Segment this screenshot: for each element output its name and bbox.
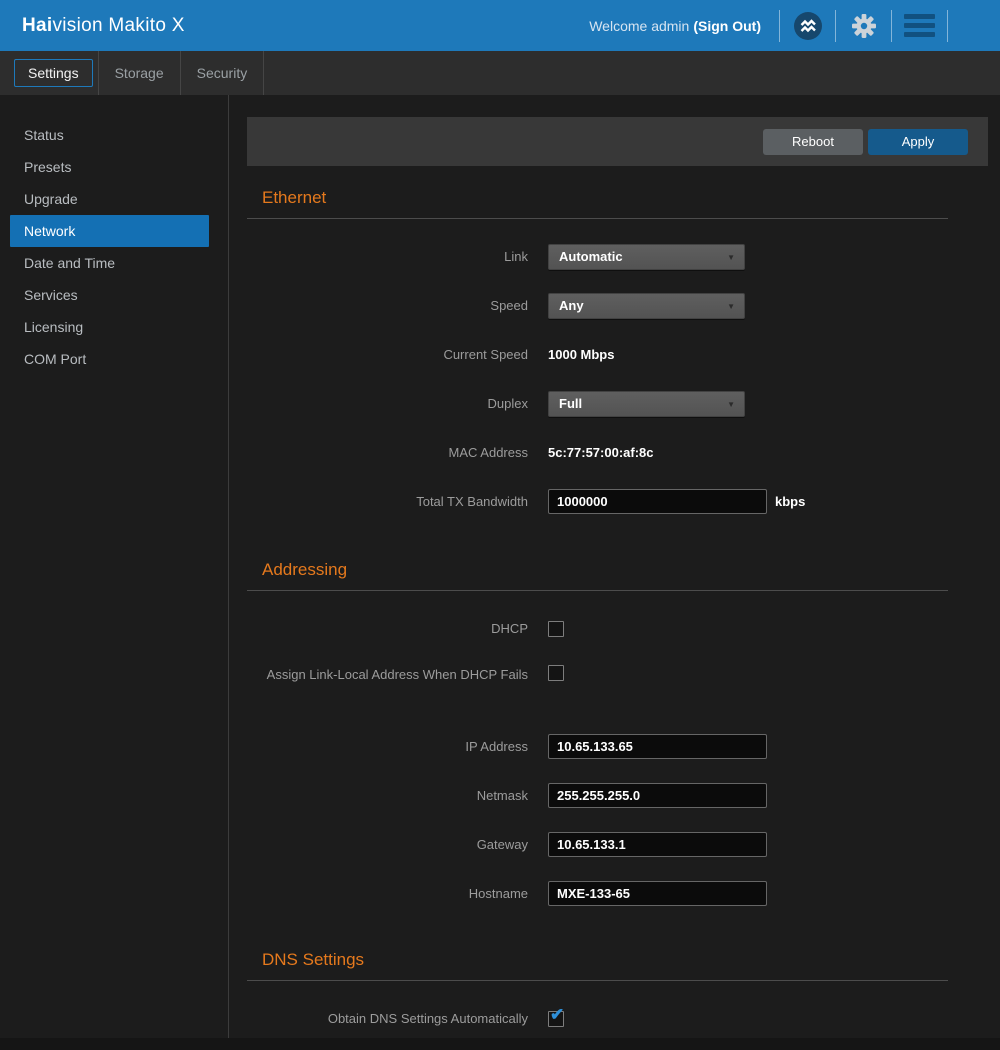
link-local-label: Assign Link-Local Address When DHCP Fail… [247, 665, 528, 685]
total-tx-bandwidth-input[interactable] [548, 489, 767, 514]
dhcp-checkbox[interactable] [548, 621, 564, 637]
tab-storage[interactable]: Storage [99, 51, 180, 95]
app-logo: Haivision Makito X [22, 15, 185, 37]
form-row-netmask: Netmask [247, 771, 948, 820]
gateway-label: Gateway [247, 835, 528, 855]
duplex-select[interactable]: Full ▼ [548, 391, 745, 417]
form-row-duplex: Duplex Full ▼ [247, 379, 948, 428]
logo-bold: Hai [22, 15, 52, 36]
ip-address-input[interactable] [548, 734, 767, 759]
mac-address-value: 5c:77:57:00:af:8c [548, 445, 654, 460]
welcome-text: Welcome admin [589, 18, 689, 34]
current-speed-value: 1000 Mbps [548, 347, 614, 362]
current-speed-label: Current Speed [247, 345, 528, 365]
sign-out-link[interactable]: (Sign Out) [693, 18, 761, 34]
netmask-input[interactable] [548, 783, 767, 808]
obtain-dns-label: Obtain DNS Settings Automatically [247, 1009, 528, 1029]
app-header: Haivision Makito X Welcome admin (Sign O… [0, 0, 1000, 51]
total-tx-bandwidth-label: Total TX Bandwidth [247, 492, 528, 512]
duplex-select-value: Full [559, 396, 582, 411]
apply-button[interactable]: Apply [868, 129, 968, 155]
tab-separator [263, 51, 264, 95]
kbps-unit-label: kbps [775, 494, 805, 509]
speed-select[interactable]: Any ▼ [548, 293, 745, 319]
tab-bar: Settings Storage Security [0, 51, 1000, 95]
sidebar-item-presets[interactable]: Presets [0, 151, 228, 183]
form-row-hostname: Hostname [247, 869, 948, 918]
chevron-down-icon: ▼ [727, 302, 735, 311]
speed-select-value: Any [559, 298, 584, 313]
network-settings-panel: Reboot Apply Ethernet Link Automatic ▼ [229, 95, 1000, 1038]
form-row-gateway: Gateway [247, 820, 948, 869]
form-row-obtain-dns: Obtain DNS Settings Automatically [247, 994, 948, 1038]
haivision-wave-button[interactable] [780, 0, 835, 51]
netmask-label: Netmask [247, 786, 528, 806]
sidebar-item-date-and-time[interactable]: Date and Time [0, 247, 228, 279]
sidebar-item-services[interactable]: Services [0, 279, 228, 311]
settings-gear-button[interactable] [836, 0, 891, 51]
sidebar-item-com-port[interactable]: COM Port [0, 343, 228, 375]
section-addressing: Addressing DHCP Assign Link-Local Addres… [247, 559, 948, 918]
link-label: Link [247, 247, 528, 267]
mac-address-label: MAC Address [247, 443, 528, 463]
link-select-value: Automatic [559, 249, 623, 264]
form-row-dhcp: DHCP [247, 604, 948, 653]
section-dns-settings: DNS Settings Obtain DNS Settings Automat… [247, 949, 948, 1038]
chevron-down-icon: ▼ [727, 253, 735, 262]
form-row-ip-address: IP Address [247, 722, 948, 771]
form-row-speed: Speed Any ▼ [247, 281, 948, 330]
bottom-strip [0, 1038, 1000, 1050]
section-title: Ethernet [247, 187, 948, 209]
sidebar-item-upgrade[interactable]: Upgrade [0, 183, 228, 215]
logo-rest: vision Makito X [52, 15, 184, 36]
section-title: Addressing [247, 559, 948, 581]
obtain-dns-checkbox[interactable] [548, 1011, 564, 1027]
hostname-label: Hostname [247, 884, 528, 904]
section-title: DNS Settings [247, 949, 948, 971]
form-row-link: Link Automatic ▼ [247, 232, 948, 281]
haivision-wave-icon [794, 12, 822, 40]
menu-icon [904, 14, 935, 37]
action-toolbar: Reboot Apply [247, 117, 988, 166]
gear-icon [851, 13, 877, 39]
settings-sidebar: Status Presets Upgrade Network Date and … [0, 95, 229, 1038]
form-row-total-tx-bandwidth: Total TX Bandwidth kbps [247, 477, 948, 526]
reboot-button[interactable]: Reboot [763, 129, 863, 155]
form-row-mac-address: MAC Address 5c:77:57:00:af:8c [247, 428, 948, 477]
sidebar-item-status[interactable]: Status [0, 119, 228, 151]
duplex-label: Duplex [247, 394, 528, 414]
tab-security[interactable]: Security [181, 51, 264, 95]
menu-button[interactable] [892, 0, 947, 51]
sidebar-item-licensing[interactable]: Licensing [0, 311, 228, 343]
speed-label: Speed [247, 296, 528, 316]
section-ethernet: Ethernet Link Automatic ▼ Speed [247, 187, 948, 526]
ip-address-label: IP Address [247, 737, 528, 757]
gateway-input[interactable] [548, 832, 767, 857]
form-row-current-speed: Current Speed 1000 Mbps [247, 330, 948, 379]
link-select[interactable]: Automatic ▼ [548, 244, 745, 270]
form-row-link-local: Assign Link-Local Address When DHCP Fail… [247, 653, 948, 722]
hostname-input[interactable] [548, 881, 767, 906]
sidebar-item-network[interactable]: Network [10, 215, 209, 247]
dhcp-label: DHCP [247, 619, 528, 639]
tab-settings[interactable]: Settings [14, 59, 93, 87]
chevron-down-icon: ▼ [727, 400, 735, 409]
link-local-checkbox[interactable] [548, 665, 564, 681]
